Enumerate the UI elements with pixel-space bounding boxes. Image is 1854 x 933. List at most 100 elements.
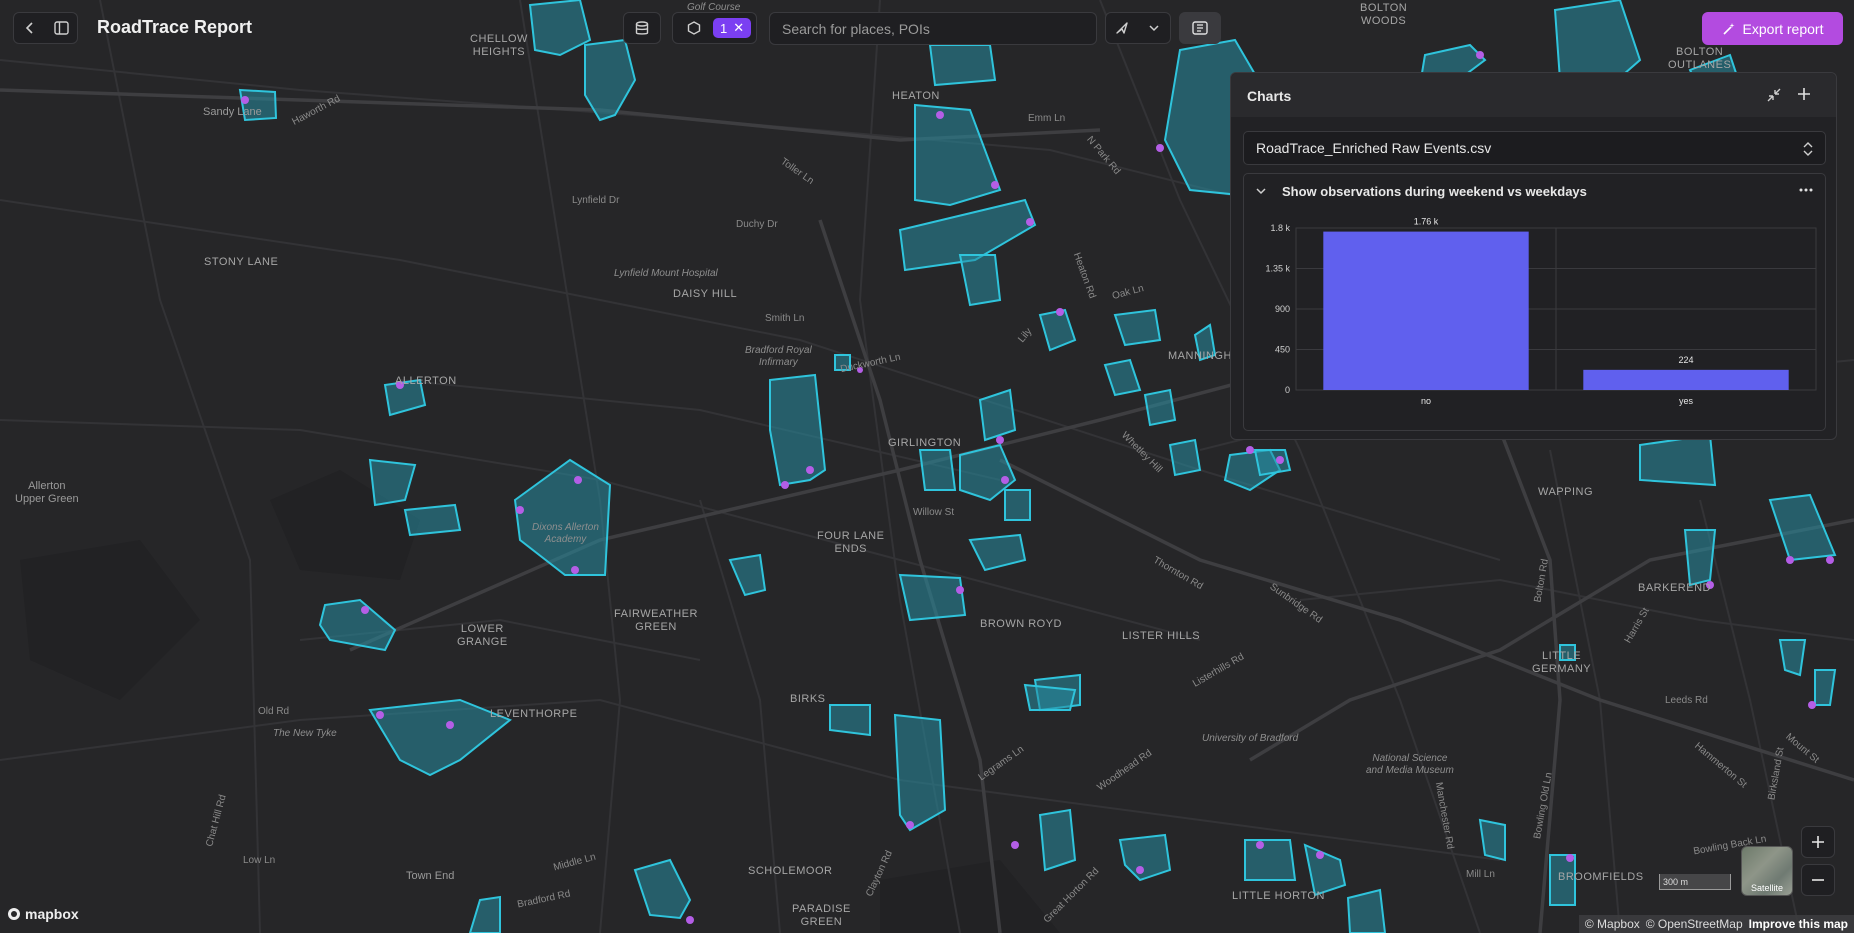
attribution-mapbox-link[interactable]: © Mapbox	[1585, 917, 1640, 931]
charts-toggle-button[interactable]	[1179, 12, 1221, 44]
chevron-down-icon[interactable]	[1254, 184, 1268, 198]
map-label-low-ln: Low Ln	[243, 855, 276, 866]
improve-map-link[interactable]: Improve this map	[1749, 917, 1848, 931]
map-label-little-horton: LITTLE HORTON	[1232, 890, 1325, 902]
map-label-lynfield-hospital: Lynfield Mount Hospital	[614, 268, 718, 279]
map-label-leeds-rd: Leeds Rd	[1665, 695, 1708, 706]
zone-filter-button[interactable]: 1 ✕	[672, 12, 757, 44]
search-placeholder: Search for places, POIs	[782, 20, 930, 37]
map-label-national-science: National Science and Media Museum	[1366, 753, 1454, 776]
sidebar-toggle-button[interactable]	[46, 13, 78, 43]
chevron-left-icon	[25, 22, 33, 34]
charts-panel: Charts RoadTrace_Enriched Raw Events.csv…	[1230, 72, 1837, 440]
minus-icon	[1812, 879, 1824, 881]
mapbox-icon	[8, 908, 20, 920]
zoom-out-button[interactable]	[1801, 864, 1835, 896]
map-label-fairweather-green: FAIRWEATHER GREEN	[614, 608, 698, 633]
more-options-icon[interactable]	[1797, 183, 1815, 197]
map-label-dixons: Dixons Allerton Academy	[532, 522, 599, 545]
map-label-old-rd: Old Rd	[258, 706, 290, 717]
add-chart-icon[interactable]	[1796, 86, 1812, 102]
map-label-mill-ln: Mill Ln	[1466, 869, 1495, 880]
charts-panel-title: Charts	[1247, 88, 1292, 104]
select-arrows-icon	[1803, 142, 1813, 156]
map-label-bolton-outlanes: BOLTON OUTLANES	[1668, 46, 1732, 71]
collapse-icon[interactable]	[1766, 87, 1782, 103]
select-tool-group	[1105, 12, 1171, 44]
map-label-allerton: ALLERTON	[395, 375, 457, 387]
chart-panel-icon	[1192, 21, 1208, 35]
map-label-the-new-tyke: The New Tyke	[273, 728, 337, 739]
chart-data-label: 224	[1678, 355, 1693, 365]
plus-icon	[1812, 836, 1824, 848]
mapbox-logo[interactable]: mapbox	[7, 906, 79, 922]
map-label-girlington: GIRLINGTON	[888, 437, 962, 449]
map-label-town-end: Town End	[406, 870, 455, 882]
map-attribution: © Mapbox © OpenStreetMap Improve this ma…	[1578, 915, 1854, 933]
satellite-toggle[interactable]: Satellite	[1741, 846, 1793, 896]
map-label-chellow-heights: CHELLOW HEIGHTS	[470, 33, 528, 58]
mapbox-logo-text: mapbox	[25, 906, 79, 922]
select-tool-dropdown[interactable]	[1138, 13, 1170, 43]
map-label-royal-infirmary: Bradford Royal Infirmary	[745, 345, 812, 368]
map-label-leventhorpe: LEVENTHORPE	[490, 708, 578, 720]
map-label-brown-royd: BROWN ROYD	[980, 618, 1062, 630]
chart-bar	[1583, 369, 1789, 390]
map-label-lister-hills: LISTER HILLS	[1122, 630, 1201, 642]
nav-button-group	[13, 12, 78, 44]
map-stage[interactable]: CHELLOW HEIGHTS Sandy Lane Haworth Rd HEA…	[0, 0, 1854, 933]
chart-ytick-label: 900	[1275, 304, 1290, 314]
map-label-daisy-hill: DAISY HILL	[673, 288, 738, 300]
map-label-university: University of Bradford	[1202, 733, 1299, 744]
dataset-select-value: RoadTrace_Enriched Raw Events.csv	[1256, 140, 1492, 156]
hexagon-icon	[687, 21, 701, 35]
close-icon[interactable]: ✕	[733, 20, 744, 36]
chart-bar	[1323, 231, 1529, 390]
back-button[interactable]	[14, 13, 46, 43]
database-icon	[635, 20, 649, 35]
filter-count: 1	[720, 20, 728, 36]
bar-chart: 0 450 900 1.35 k 1.8 k 1.76 k no 224 yes	[1265, 217, 1817, 406]
map-label-little-germany: LITTLE GERMANY	[1532, 650, 1592, 675]
chart-ytick-label: 1.8 k	[1270, 223, 1290, 233]
export-report-button[interactable]: Export report	[1702, 12, 1843, 45]
zoom-in-button[interactable]	[1801, 826, 1835, 858]
map-label-allerton-upper-green: Allerton Upper Green	[15, 480, 79, 505]
chart-ytick-label: 1.35 k	[1265, 264, 1290, 274]
page-title: RoadTrace Report	[97, 17, 253, 37]
map-label-scholemoor: SCHOLEMOOR	[748, 865, 833, 877]
map-label-duchy-dr: Duchy Dr	[736, 219, 778, 230]
map-label-lower-grange: LOWER GRANGE	[457, 623, 508, 648]
data-source-button[interactable]	[623, 12, 661, 44]
map-label-stony-lane: STONY LANE	[204, 256, 279, 268]
map-label-four-lane-ends: FOUR LANE ENDS	[817, 530, 885, 555]
satellite-label: Satellite	[1750, 883, 1784, 893]
charts-panel-header: Charts	[1231, 73, 1836, 117]
map-label-heaton: HEATON	[892, 90, 940, 102]
sidebar-icon	[54, 21, 69, 35]
attribution-osm-link[interactable]: © OpenStreetMap	[1646, 917, 1743, 931]
select-tool-button[interactable]	[1106, 13, 1138, 43]
map-label-barkerend: BARKEREND	[1638, 582, 1711, 594]
map-label-lynfield-dr: Lynfield Dr	[572, 195, 620, 206]
map-label-smith-ln: Smith Ln	[765, 313, 805, 324]
chart-xtick-label: no	[1421, 396, 1431, 406]
export-report-label: Export report	[1742, 20, 1824, 37]
search-input[interactable]: Search for places, POIs	[769, 12, 1097, 45]
map-scale: 300 m	[1659, 874, 1731, 890]
map-label-emm-ln: Emm Ln	[1028, 113, 1066, 124]
chart-ytick-label: 450	[1275, 345, 1290, 355]
map-label-paradise-green: PARADISE GREEN	[792, 903, 851, 928]
map-scale-label: 300 m	[1663, 877, 1689, 887]
dataset-select[interactable]: RoadTrace_Enriched Raw Events.csv	[1243, 131, 1826, 165]
chart-card-title: Show observations during weekend vs week…	[1282, 184, 1587, 199]
map-label-wapping: WAPPING	[1538, 486, 1594, 498]
chart-xtick-label: yes	[1679, 396, 1694, 406]
map-label-birks: BIRKS	[790, 693, 826, 705]
chart-ytick-label: 0	[1285, 385, 1290, 395]
magic-wand-icon	[1722, 22, 1735, 35]
map-label-willow-st: Willow St	[913, 507, 955, 518]
filter-count-pill[interactable]: 1 ✕	[713, 18, 752, 38]
cursor-arrow-icon	[1116, 22, 1128, 34]
chart-card: Show observations during weekend vs week…	[1243, 173, 1826, 431]
